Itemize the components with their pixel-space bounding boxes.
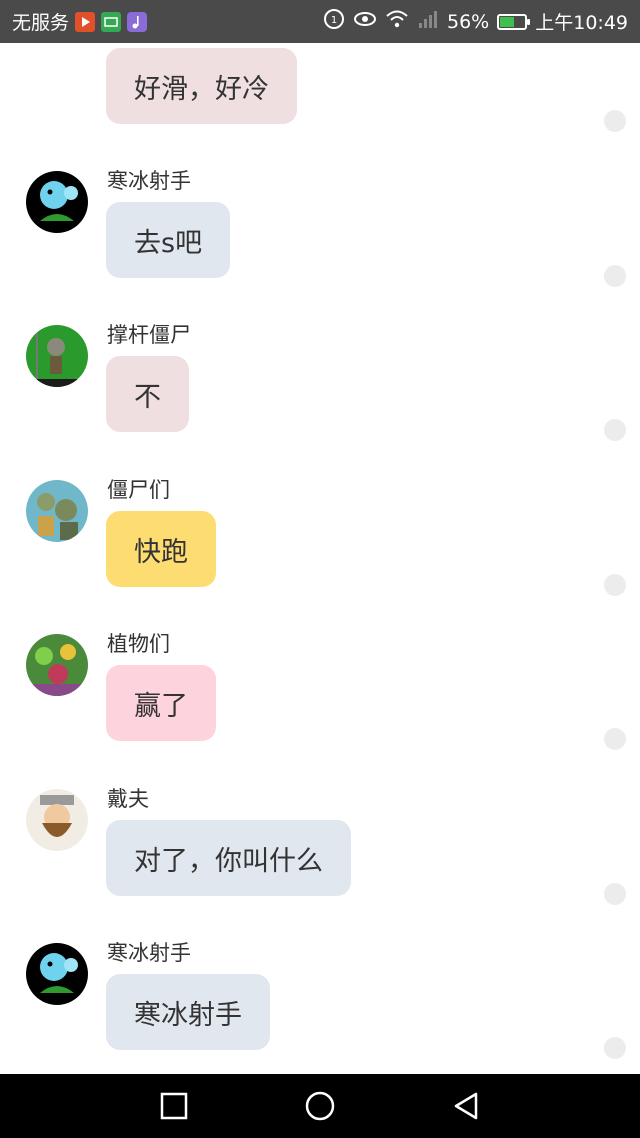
video-app-icon: [75, 11, 96, 32]
navigation-bar: [0, 1074, 640, 1138]
message-bubble[interactable]: 寒冰射手: [106, 974, 270, 1050]
sender-name: 戴夫: [107, 787, 149, 811]
message-text: 对了，你叫什么: [134, 845, 323, 877]
avatar[interactable]: [26, 171, 88, 233]
message-text: 赢了: [134, 690, 188, 722]
message-bubble[interactable]: 快跑: [106, 511, 216, 587]
square-icon: [160, 1092, 188, 1120]
battery-percent: 56%: [447, 10, 490, 33]
message-bubble[interactable]: 不: [106, 356, 189, 432]
message-bubble[interactable]: 对了，你叫什么: [106, 820, 351, 896]
signal-icon: [417, 8, 439, 35]
message-bubble[interactable]: 好滑，好冷: [106, 48, 297, 124]
wifi-icon: [385, 8, 409, 35]
avatar[interactable]: [26, 634, 88, 696]
message-text: 去s吧: [134, 227, 203, 259]
battery-icon: [497, 13, 531, 30]
back-button[interactable]: [448, 1088, 484, 1124]
pole-vaulting-zombie-avatar: [26, 325, 88, 387]
message-status-dot: [604, 419, 626, 441]
snow-pea-avatar: [26, 171, 88, 233]
back-triangle-icon: [454, 1092, 478, 1120]
sender-name: 僵尸们: [107, 478, 170, 502]
message-bubble[interactable]: 赢了: [106, 665, 216, 741]
green-app-icon: [101, 11, 122, 32]
sender-name: 植物们: [107, 632, 170, 656]
music-app-icon: [127, 11, 148, 32]
message-text: 不: [134, 381, 161, 413]
crazy-dave-avatar: [26, 789, 88, 851]
chat-list[interactable]: 好滑，好冷 寒冰射手 去s吧 撑杆僵尸 不 僵尸们 快跑 植物们 赢了 戴夫 对…: [0, 43, 640, 1074]
message-status-dot: [604, 574, 626, 596]
avatar[interactable]: [26, 789, 88, 851]
status-bar: 无服务 1 56% 上午10:49: [0, 0, 640, 43]
message-status-dot: [604, 110, 626, 132]
zombies-group-avatar: [26, 480, 88, 542]
eye-icon: [353, 8, 377, 35]
plants-group-avatar: [26, 634, 88, 696]
avatar[interactable]: [26, 325, 88, 387]
message-bubble[interactable]: 去s吧: [106, 202, 231, 278]
message-text: 快跑: [134, 536, 188, 568]
battery-level: [500, 16, 514, 27]
avatar[interactable]: [26, 943, 88, 1005]
message-status-dot: [604, 1037, 626, 1059]
recent-apps-button[interactable]: [156, 1088, 192, 1124]
message-status-dot: [604, 265, 626, 287]
sender-name: 撑杆僵尸: [107, 323, 191, 347]
carrier-text: 无服务: [12, 12, 70, 34]
sender-name: 寒冰射手: [107, 941, 191, 965]
svg-text:1: 1: [331, 15, 337, 26]
message-status-dot: [604, 728, 626, 750]
hd-icon: 1: [323, 8, 345, 35]
clock: 上午10:49: [535, 12, 628, 34]
circle-icon: [305, 1091, 335, 1121]
avatar[interactable]: [26, 480, 88, 542]
snow-pea-avatar: [26, 943, 88, 1005]
home-button[interactable]: [302, 1088, 338, 1124]
message-text: 好滑，好冷: [134, 73, 269, 105]
message-text: 寒冰射手: [134, 999, 242, 1031]
message-status-dot: [604, 883, 626, 905]
sender-name: 寒冰射手: [107, 169, 191, 193]
